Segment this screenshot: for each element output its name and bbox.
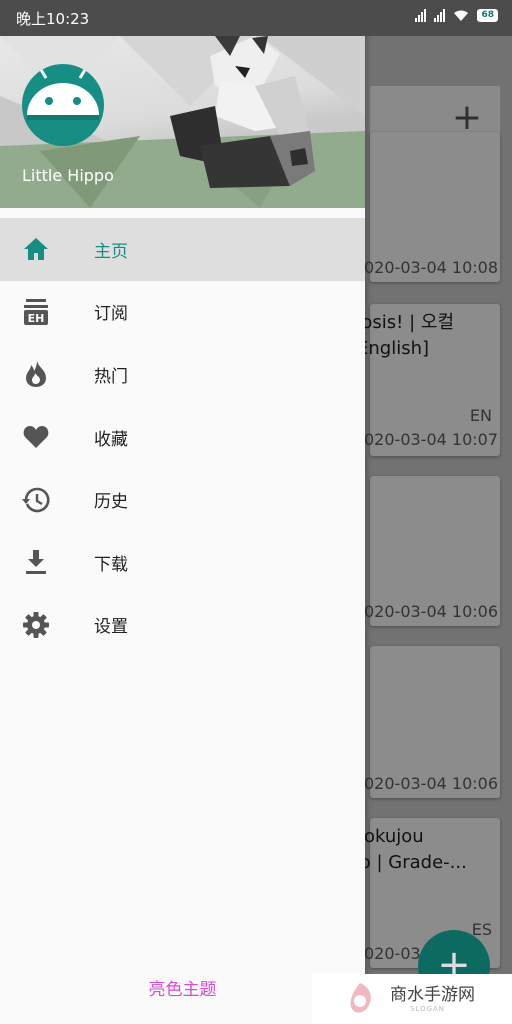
card-title: nosis! | 오컬 [English] [350, 312, 455, 359]
drawer-item-favorites[interactable]: 收藏 [0, 406, 365, 469]
svg-text:EH: EH [28, 312, 45, 325]
drawer-item-label: 设置 [94, 617, 128, 638]
history-icon [22, 486, 50, 514]
drawer-item-history[interactable]: 历史 [0, 468, 365, 531]
gallery-card[interactable]: 020-03-04 10:06 [364, 476, 500, 626]
drawer-header: Little Hippo [0, 36, 365, 208]
card-date: 020-03- [364, 944, 427, 963]
status-time: 晚上10:23 [16, 10, 90, 28]
heart-icon [22, 423, 50, 451]
card-date: 020-03-04 10:06 [364, 602, 498, 621]
card-date: 020-03-04 10:07 [364, 430, 498, 449]
drawer-item-popular[interactable]: 热门 [0, 343, 365, 406]
download-icon [22, 548, 50, 576]
fire-icon [22, 360, 50, 388]
gear-icon [22, 611, 50, 639]
home-icon [22, 235, 50, 263]
drawer-item-label: 订阅 [94, 304, 128, 325]
card-title: Gokujou ko | Grade-... [350, 826, 467, 873]
gallery-card[interactable]: nosis! | 오컬 [English] EN 020-03-04 10:07 [350, 304, 500, 456]
drawer-item-label: 热门 [94, 366, 128, 387]
watermark-slogan: SLOGAN [409, 1005, 446, 1013]
drawer-menu: 主页 EH 订阅 热门 收藏 历史 下载 设置 [0, 218, 365, 656]
signal-icon [415, 9, 427, 22]
gallery-card[interactable]: a 020-03-04 10:08 [350, 132, 500, 282]
watermark-logo-icon [350, 983, 371, 1013]
android-robot-icon [22, 67, 104, 146]
drawer-item-label: 下载 [94, 554, 128, 575]
watermark: 商水手游网 SLOGAN [312, 974, 512, 1024]
navigation-drawer: Little Hippo 主页 EH 订阅 热门 收藏 历史 下载 设置 亮色主… [0, 0, 365, 1024]
drawer-item-subscription[interactable]: EH 订阅 [0, 281, 365, 344]
add-icon[interactable]: + [452, 100, 482, 136]
eh-subscribe-icon: EH [22, 298, 50, 326]
drawer-item-label: 收藏 [94, 429, 128, 450]
drawer-item-settings[interactable]: 设置 [0, 594, 365, 657]
watermark-text: 商水手游网 [390, 985, 475, 1005]
gallery-card[interactable]: 020-03-04 10:06 [364, 646, 500, 798]
panda-illustration [170, 36, 315, 188]
battery-icon: 68 [477, 9, 498, 22]
signal-icon [434, 9, 446, 22]
drawer-item-label: 历史 [94, 492, 128, 513]
avatar[interactable] [22, 64, 104, 146]
card-language: EN [469, 406, 492, 425]
drawer-item-label: 主页 [94, 241, 128, 262]
light-theme-button[interactable]: 亮色主题 [0, 975, 365, 1000]
card-date: 020-03-04 10:08 [364, 258, 498, 277]
drawer-item-downloads[interactable]: 下载 [0, 531, 365, 594]
card-date: 020-03-04 10:06 [364, 774, 498, 793]
drawer-item-home[interactable]: 主页 [0, 218, 365, 281]
wifi-icon [454, 10, 469, 21]
username: Little Hippo [22, 166, 114, 185]
card-title: a [350, 138, 490, 164]
status-bar: 晚上10:23 68 [0, 0, 512, 36]
